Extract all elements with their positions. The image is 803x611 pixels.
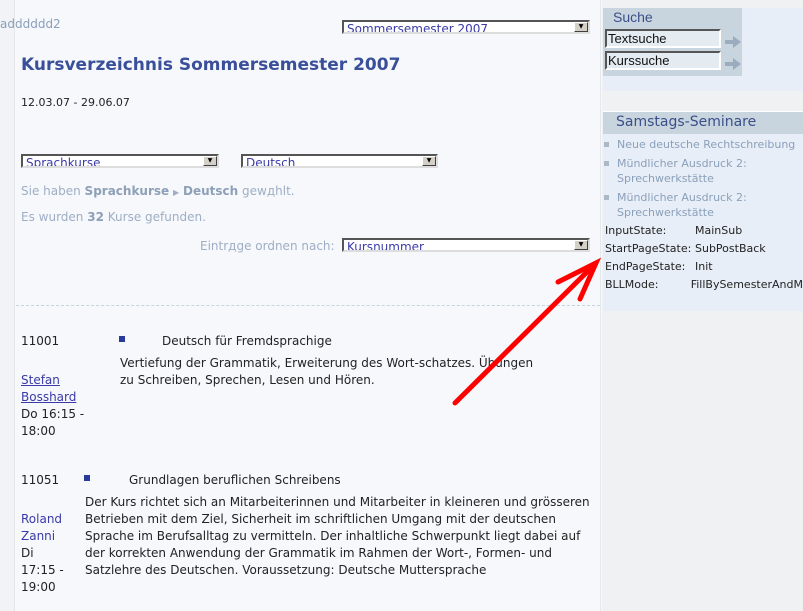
annotation-arrow-icon xyxy=(452,257,602,406)
arrow-shaft xyxy=(452,260,599,406)
